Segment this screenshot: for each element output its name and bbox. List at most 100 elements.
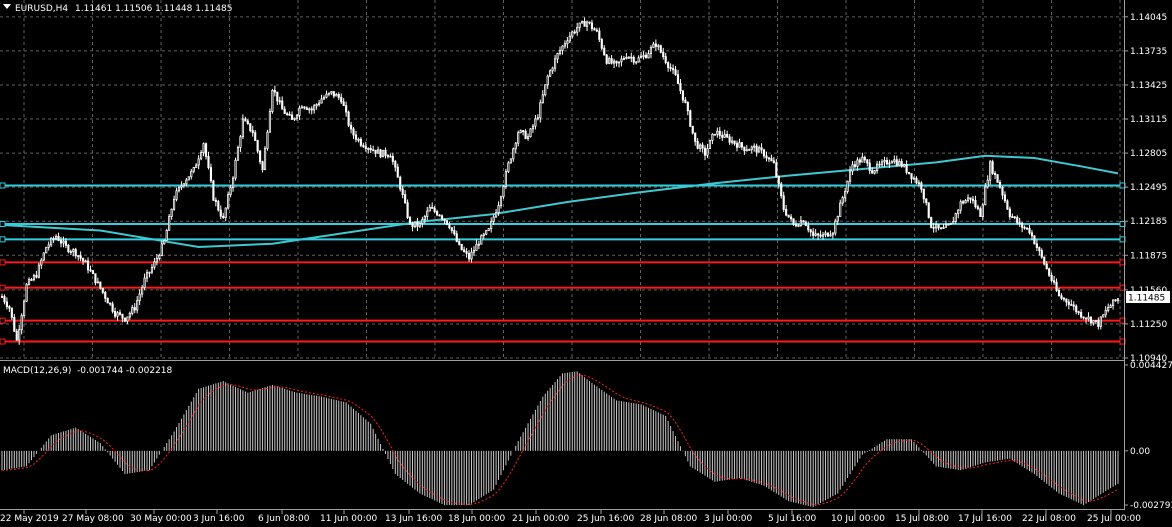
candle-body — [762, 149, 766, 157]
candle-body — [335, 94, 338, 97]
candle-body — [1028, 228, 1031, 234]
candle-body — [635, 61, 638, 64]
candle-body — [890, 161, 893, 164]
candle-body — [460, 243, 463, 251]
candle-body — [266, 131, 269, 149]
cyan-level-line-handle-left[interactable] — [0, 182, 6, 189]
candle-body — [664, 56, 667, 64]
candle-body — [571, 31, 574, 37]
candle-body — [679, 83, 682, 92]
candle-body — [600, 38, 603, 49]
red-level-line-handle-left[interactable] — [0, 284, 6, 291]
candle-body — [396, 166, 399, 178]
candle-body — [563, 43, 566, 47]
candle-body — [249, 123, 252, 131]
candle-body — [298, 107, 301, 116]
candle-body — [69, 251, 72, 253]
candle-body — [544, 84, 547, 96]
candle-body — [52, 238, 55, 240]
candle-body — [150, 266, 154, 273]
candle-body — [834, 220, 837, 234]
time-tick-label: 27 May 08:00 — [62, 514, 124, 524]
candle-body — [94, 273, 97, 284]
macd-values: -0.001744 -0.002218 — [77, 366, 173, 376]
candle-body — [293, 117, 296, 120]
candle-body — [42, 252, 45, 261]
candle-body — [883, 159, 886, 163]
candle-body — [556, 53, 559, 60]
candle-body — [1040, 250, 1043, 258]
candle-body — [386, 155, 390, 157]
candle-body — [340, 96, 343, 103]
candle-body — [288, 113, 291, 116]
candle-body — [59, 240, 63, 244]
candle-body — [583, 20, 586, 27]
candle-body — [37, 264, 40, 278]
candle-body — [831, 232, 834, 236]
candle-body — [436, 211, 439, 216]
candle-body — [1080, 311, 1083, 318]
candle-body — [337, 94, 340, 98]
red-level-line-handle-left[interactable] — [0, 338, 6, 345]
candle-body — [15, 330, 18, 341]
candle-body — [871, 170, 874, 174]
candle-body — [502, 185, 505, 198]
candle-body — [534, 118, 537, 127]
candle-body — [113, 311, 117, 317]
candle-body — [775, 162, 778, 177]
macd-tick-label: -0.002793 — [1130, 501, 1172, 511]
candle-body — [632, 56, 635, 63]
candle-body — [401, 188, 404, 195]
candle-body — [357, 138, 360, 141]
candle-body — [989, 161, 992, 181]
candle-body — [20, 315, 23, 331]
candle-body — [649, 47, 653, 54]
candle-body — [792, 218, 795, 225]
red-level-line-handle-left[interactable] — [0, 317, 6, 324]
candle-body — [576, 27, 579, 33]
cyan-level-line-handle-left[interactable] — [0, 236, 6, 243]
candle-body — [1067, 301, 1070, 305]
candle-body — [1038, 247, 1041, 252]
candle-body — [283, 108, 286, 115]
candle-body — [168, 216, 171, 231]
candle-body — [8, 306, 11, 309]
candle-body — [959, 201, 962, 211]
candle-body — [809, 229, 812, 233]
candle-body — [109, 302, 112, 305]
red-level-line-handle-left[interactable] — [0, 259, 6, 266]
candle-body — [546, 75, 549, 86]
candle-body — [261, 161, 264, 171]
candle-body — [733, 140, 736, 144]
candle-body — [342, 101, 345, 107]
candle-body — [111, 303, 114, 312]
candle-body — [141, 287, 144, 295]
candle-body — [740, 142, 743, 148]
time-tick-label: 3 Jul 00:00 — [704, 514, 753, 524]
candle-body — [642, 54, 645, 57]
cyan-level-line-handle-left[interactable] — [0, 220, 6, 227]
candle-body — [1060, 295, 1063, 299]
candle-body — [910, 173, 913, 180]
candle-body — [1114, 299, 1117, 302]
candle-body — [777, 175, 780, 185]
candle-body — [1011, 216, 1014, 218]
candle-body — [551, 67, 554, 72]
candle-body — [477, 243, 480, 246]
candle-body — [937, 224, 940, 229]
candle-body — [578, 22, 581, 28]
candle-body — [686, 102, 689, 112]
trading-chart[interactable]: 1.14045 1.13735 1.13425 1.13115 1.12805 1.124… — [0, 0, 1172, 527]
candle-body — [517, 132, 520, 144]
candle-body — [453, 230, 456, 235]
candle-body — [549, 70, 552, 77]
candle-body — [320, 98, 323, 104]
candle-body — [384, 149, 387, 156]
candle-body — [507, 162, 510, 172]
time-tick-label: 13 Jun 16:00 — [385, 514, 442, 524]
candle-body — [703, 147, 707, 156]
candle-body — [915, 177, 918, 184]
candle-body — [480, 235, 483, 245]
candle-body — [728, 136, 731, 143]
candle-body — [327, 92, 331, 95]
